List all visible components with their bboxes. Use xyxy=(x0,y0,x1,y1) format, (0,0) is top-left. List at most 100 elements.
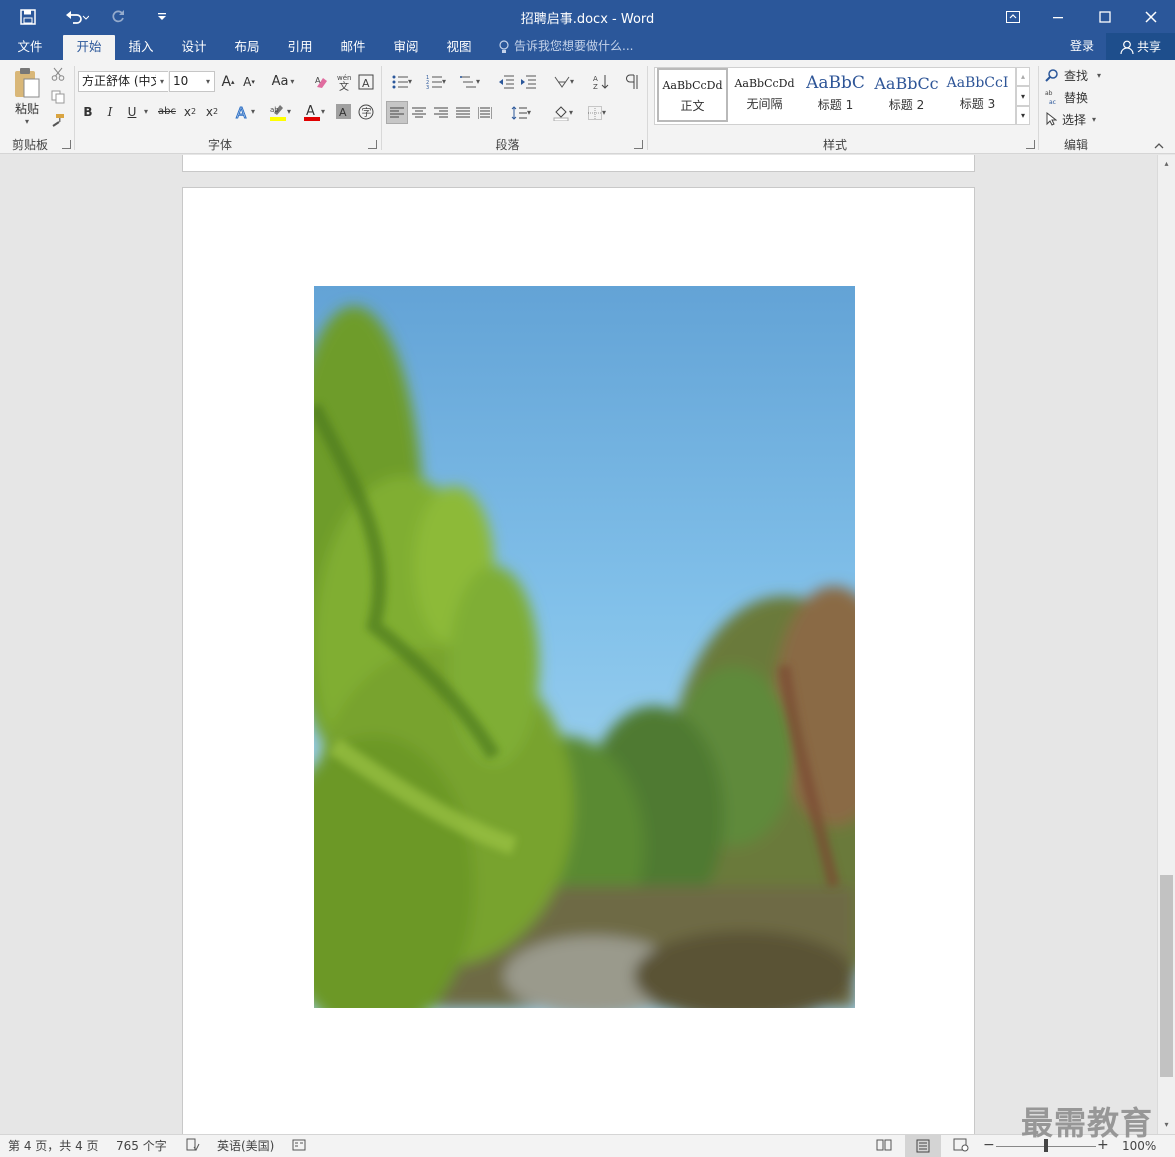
svg-text:wén: wén xyxy=(337,74,351,82)
copy-icon[interactable] xyxy=(48,87,68,107)
style-heading-2[interactable]: AaBbCc 标题 2 xyxy=(871,68,942,122)
find-button[interactable]: 查找 ▾ xyxy=(1045,65,1107,85)
tell-me-box[interactable]: 告诉我您想要做什么... xyxy=(498,35,633,58)
styles-more-icon[interactable]: ▾ xyxy=(1016,106,1030,125)
decrease-indent-icon[interactable] xyxy=(496,71,516,92)
paste-button[interactable]: 粘贴 ▾ xyxy=(8,64,46,128)
web-layout-icon[interactable] xyxy=(953,1138,971,1155)
tab-view[interactable]: 视图 xyxy=(436,35,482,60)
style-no-spacing[interactable]: AaBbCcDd 无间隔 xyxy=(729,68,800,122)
font-name-combo[interactable]: 方正舒体 (中文 xyxy=(78,71,168,92)
select-label: 选择 xyxy=(1062,112,1087,127)
ribbon-display-options-icon[interactable] xyxy=(998,0,1028,33)
proofing-icon[interactable] xyxy=(186,1138,202,1155)
align-center-icon[interactable] xyxy=(409,101,429,124)
word-count-status[interactable]: 765 个字 xyxy=(116,1138,167,1155)
line-spacing-icon[interactable]: ▾ xyxy=(505,101,537,124)
strikethrough-icon[interactable]: abc xyxy=(156,101,178,122)
distributed-icon[interactable] xyxy=(475,101,495,124)
maximize-icon[interactable] xyxy=(1090,0,1120,33)
font-launcher-icon[interactable] xyxy=(368,140,377,149)
cut-icon[interactable] xyxy=(48,64,68,84)
sort-icon[interactable]: AZ xyxy=(590,71,612,92)
text-effects-icon[interactable]: A ▾ xyxy=(230,101,260,122)
document-page[interactable] xyxy=(182,187,975,1134)
chinese-layout-icon[interactable]: ▾ xyxy=(548,71,580,92)
style-label: 标题 1 xyxy=(817,98,854,112)
tab-mailings[interactable]: 邮件 xyxy=(330,35,376,60)
shrink-font-icon[interactable]: A ▾ xyxy=(240,71,258,92)
vertical-scrollbar[interactable]: ▴ ▾ xyxy=(1157,155,1175,1134)
close-icon[interactable] xyxy=(1136,0,1166,33)
style-heading-3[interactable]: AaBbCcI 标题 3 xyxy=(942,68,1013,122)
styles-scroll-up-icon[interactable]: ▴ xyxy=(1016,67,1030,86)
print-layout-icon[interactable] xyxy=(905,1135,941,1157)
superscript-icon[interactable]: x2 xyxy=(202,101,222,122)
shading-icon[interactable]: ▾ xyxy=(547,101,579,124)
scroll-up-icon[interactable]: ▴ xyxy=(1160,157,1173,169)
tab-file[interactable]: 文件 xyxy=(5,35,55,60)
font-name-dropdown-icon[interactable]: ▾ xyxy=(156,72,168,91)
page-count-status[interactable]: 第 4 页，共 4 页 xyxy=(8,1138,99,1155)
show-hide-marks-icon[interactable] xyxy=(622,71,642,92)
redo-icon[interactable] xyxy=(106,0,130,33)
tab-review[interactable]: 审阅 xyxy=(383,35,429,60)
underline-dropdown-icon[interactable]: ▾ xyxy=(141,101,151,122)
align-left-icon[interactable] xyxy=(386,101,408,124)
underline-icon[interactable]: U xyxy=(123,101,141,122)
tab-home[interactable]: 开始 xyxy=(63,35,115,60)
bullets-icon[interactable]: ▾ xyxy=(386,71,418,92)
phonetic-guide-icon[interactable]: wén 文 xyxy=(334,71,354,92)
bold-icon[interactable]: B xyxy=(79,101,97,122)
collapse-ribbon-icon[interactable] xyxy=(1152,138,1166,152)
styles-launcher-icon[interactable] xyxy=(1026,140,1035,149)
change-case-button[interactable]: Aa ▾ xyxy=(268,71,298,92)
font-size-dropdown-icon[interactable]: ▾ xyxy=(202,72,214,91)
scrollbar-thumb[interactable] xyxy=(1160,875,1173,1077)
lightbulb-icon xyxy=(499,39,509,53)
select-button[interactable]: 选择 ▾ xyxy=(1045,109,1107,129)
align-right-icon[interactable] xyxy=(431,101,451,124)
document-canvas[interactable] xyxy=(0,155,1157,1134)
style-normal[interactable]: AaBbCcDd 正文 xyxy=(657,68,728,122)
customize-toolbar-icon[interactable] xyxy=(152,0,172,33)
tab-insert[interactable]: 插入 xyxy=(118,35,164,60)
character-shading-icon[interactable]: A xyxy=(334,101,352,122)
ribbon-tab-bar: 文件 开始 插入 设计 布局 引用 邮件 审阅 视图 告诉我您想要做什么... … xyxy=(0,33,1175,60)
clipboard-launcher-icon[interactable] xyxy=(62,140,71,149)
language-status[interactable]: 英语(美国) xyxy=(217,1138,274,1155)
multilevel-list-icon[interactable]: ▾ xyxy=(454,71,486,92)
grow-font-icon[interactable]: A ▴ xyxy=(219,71,237,92)
highlight-color-icon[interactable]: ab ▾ xyxy=(264,101,296,122)
enclose-characters-icon[interactable]: 字 xyxy=(356,101,376,122)
tab-design[interactable]: 设计 xyxy=(171,35,217,60)
inserted-photo[interactable] xyxy=(314,286,855,1008)
style-heading-1[interactable]: AaBbC 标题 1 xyxy=(800,68,871,122)
paragraph-launcher-icon[interactable] xyxy=(634,140,643,149)
read-mode-icon[interactable] xyxy=(876,1138,894,1155)
format-painter-icon[interactable] xyxy=(48,110,68,130)
tab-layout[interactable]: 布局 xyxy=(224,35,270,60)
character-border-icon[interactable]: A xyxy=(356,71,376,92)
undo-icon[interactable] xyxy=(58,0,96,33)
increase-indent-icon[interactable] xyxy=(518,71,538,92)
styles-scroll-down-icon[interactable]: ▾ xyxy=(1016,86,1030,106)
clear-formatting-icon[interactable]: A xyxy=(312,71,332,92)
tab-references[interactable]: 引用 xyxy=(277,35,323,60)
paragraph-group-label: 段落 xyxy=(495,138,520,152)
share-button[interactable]: 共享 xyxy=(1106,33,1175,60)
replace-button[interactable]: ab ac 替换 xyxy=(1045,87,1107,107)
minimize-icon[interactable] xyxy=(1043,0,1073,33)
borders-icon[interactable]: ▾ xyxy=(581,101,613,124)
font-color-icon[interactable]: A ▾ xyxy=(298,101,330,122)
sign-in-link[interactable]: 登录 xyxy=(1070,35,1094,58)
justify-icon[interactable] xyxy=(453,101,473,124)
divider xyxy=(1038,66,1039,150)
macro-recording-icon[interactable] xyxy=(292,1138,308,1155)
save-icon[interactable] xyxy=(14,0,42,33)
numbering-icon[interactable]: 1 2 3 ▾ xyxy=(420,71,452,92)
italic-icon[interactable]: I xyxy=(101,101,119,122)
subscript-icon[interactable]: x2 xyxy=(180,101,200,122)
zoom-out-icon[interactable]: − xyxy=(983,1138,995,1155)
scroll-down-icon[interactable]: ▾ xyxy=(1160,1118,1173,1130)
